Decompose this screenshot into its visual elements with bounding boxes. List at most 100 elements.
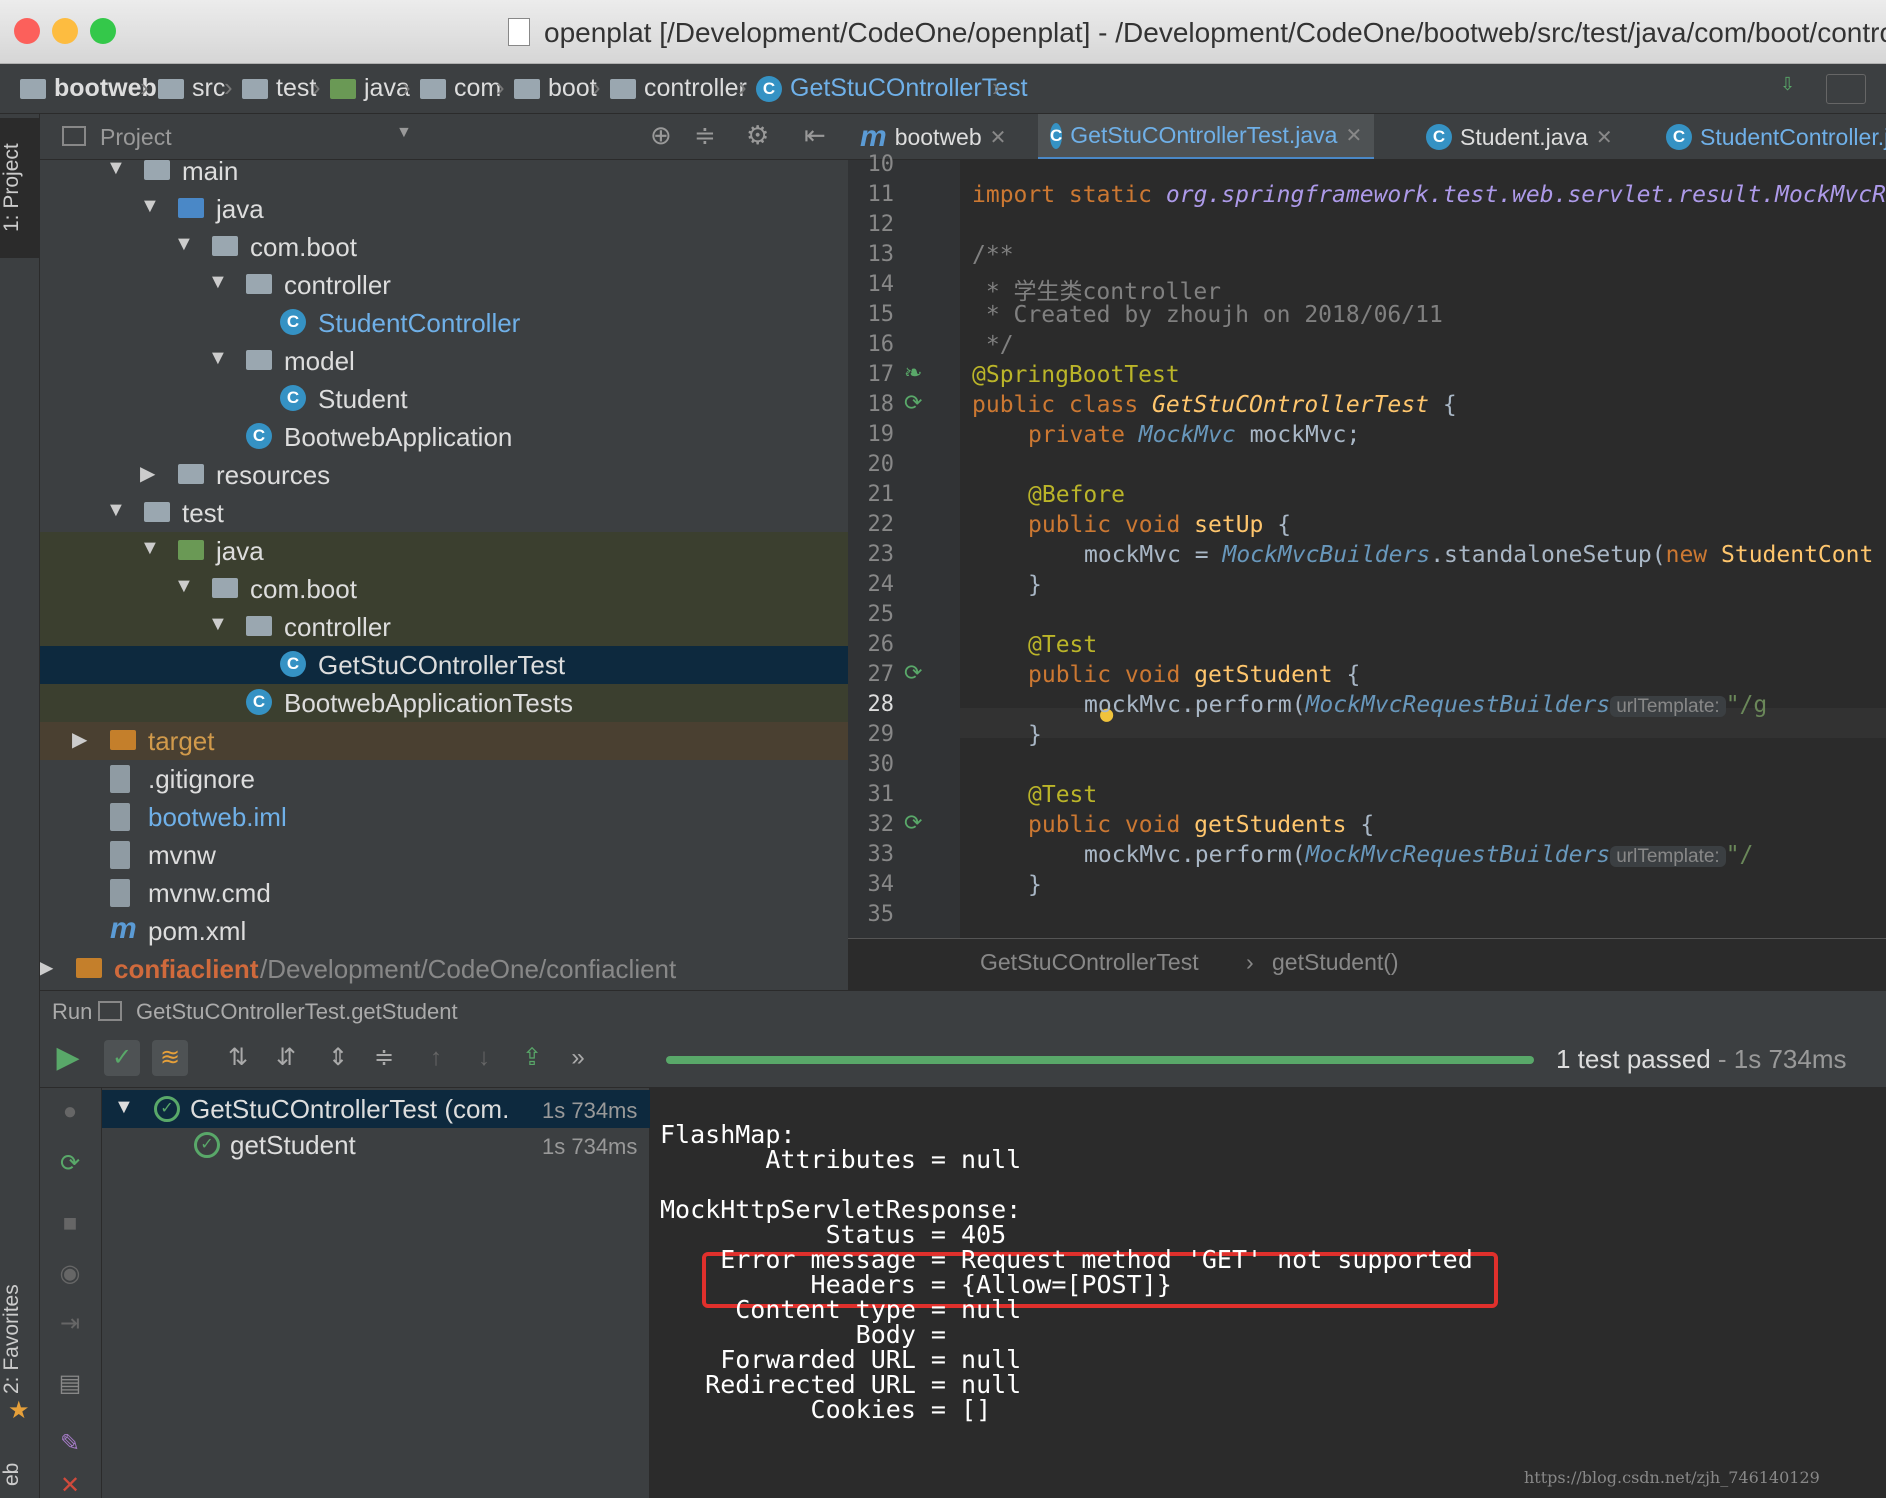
- tree-item[interactable]: ▶ resources: [40, 456, 848, 494]
- collapse-all-icon[interactable]: ≑: [694, 120, 716, 151]
- previous-failed-icon[interactable]: ↑: [418, 1040, 454, 1076]
- tree-item[interactable]: ▼ java: [40, 190, 848, 228]
- chevron-down-icon[interactable]: ▼: [174, 575, 194, 598]
- tree-item[interactable]: C BootwebApplication: [40, 418, 848, 456]
- web-tool-tab[interactable]: eb: [0, 1444, 40, 1498]
- folder-icon: [158, 78, 184, 99]
- tree-item[interactable]: C Student: [40, 380, 848, 418]
- tree-item[interactable]: ▼ controller: [40, 608, 848, 646]
- line-number: 15: [867, 302, 895, 327]
- tree-item[interactable]: mvnw: [40, 836, 848, 874]
- gear-icon[interactable]: ⚙: [746, 120, 769, 151]
- close-tab-icon[interactable]: ✕: [990, 125, 1007, 150]
- tree-item-label: controller: [284, 612, 391, 642]
- minimize-window-button[interactable]: [52, 18, 78, 44]
- crumb-test[interactable]: test: [242, 74, 316, 103]
- tree-item[interactable]: ▼ java: [40, 532, 848, 570]
- tab-student[interactable]: C Student.java ✕: [1414, 114, 1625, 159]
- results-row-selected[interactable]: ▼ ✓ GetStuCOntrollerTest (com. 1s 734ms: [102, 1090, 650, 1128]
- close-tab-icon[interactable]: ✕: [1596, 125, 1613, 150]
- run-test-icon[interactable]: ⟳: [904, 660, 922, 686]
- chevron-right-icon: ›: [496, 72, 505, 102]
- crumb-src[interactable]: src: [158, 74, 225, 103]
- run-test-icon[interactable]: ⟳: [904, 390, 922, 416]
- tree-item[interactable]: .gitignore: [40, 760, 848, 798]
- results-row[interactable]: ✓ getStudent 1s 734ms: [102, 1128, 650, 1166]
- export-icon[interactable]: ⇪: [514, 1040, 550, 1076]
- tab-getstucontrollertest[interactable]: C GetStuCOntrollerTest.java ✕: [1038, 114, 1374, 159]
- chevron-down-icon[interactable]: ▼: [208, 347, 228, 370]
- tree-item[interactable]: mvnw.cmd: [40, 874, 848, 912]
- rerun-icon[interactable]: ▶: [50, 1040, 86, 1076]
- camera-icon[interactable]: ◉: [52, 1256, 88, 1292]
- run-test-icon[interactable]: ⟳: [904, 810, 922, 836]
- tree-item[interactable]: m pom.xml: [40, 912, 848, 950]
- chevron-right-icon[interactable]: ▶: [72, 727, 87, 752]
- tree-item[interactable]: ▼ main: [40, 160, 848, 190]
- dropdown-arrow-icon[interactable]: ▼: [396, 124, 412, 142]
- close-icon[interactable]: ✕: [52, 1468, 88, 1498]
- pin-icon[interactable]: ✎: [52, 1426, 88, 1462]
- project-tool-tab[interactable]: 1: Project: [0, 118, 40, 258]
- tree-item[interactable]: ▼ com.boot: [40, 570, 848, 608]
- chevron-down-icon[interactable]: ▼: [140, 537, 160, 560]
- crumb-bootweb[interactable]: bootweb: [20, 74, 157, 103]
- tree-item[interactable]: ▼ com.boot: [40, 228, 848, 266]
- sort-alpha-icon[interactable]: ⇅: [220, 1040, 256, 1076]
- close-tab-icon[interactable]: ✕: [1345, 123, 1362, 148]
- chevron-right-icon[interactable]: ▶: [140, 461, 155, 486]
- folder-icon: [514, 78, 540, 99]
- chevron-down-icon[interactable]: ▼: [106, 499, 126, 522]
- tree-item[interactable]: C StudentController: [40, 304, 848, 342]
- show-ignored-icon[interactable]: ≋: [152, 1040, 188, 1076]
- show-passed-icon[interactable]: ✓: [104, 1040, 140, 1076]
- stop-icon[interactable]: ■: [52, 1206, 88, 1242]
- chevron-right-icon[interactable]: ▶: [40, 955, 53, 980]
- breadcrumb-class[interactable]: GetStuCOntrollerTest: [980, 949, 1199, 976]
- vcs-update-icon[interactable]: ⇩: [1780, 74, 1810, 104]
- line-number: 11: [867, 182, 895, 207]
- chevron-down-icon[interactable]: ▼: [106, 160, 126, 180]
- import-icon[interactable]: ⇥: [52, 1306, 88, 1342]
- debug-icon[interactable]: ●: [52, 1094, 88, 1130]
- crumb-java[interactable]: java: [330, 74, 410, 103]
- locate-icon[interactable]: ⊕: [650, 120, 672, 151]
- project-view-selector[interactable]: Project: [100, 124, 172, 151]
- hide-panel-icon[interactable]: ⇤: [804, 120, 826, 151]
- class-icon: C: [280, 385, 306, 411]
- code-line: * Created by zhoujh on 2018/06/11: [972, 302, 1443, 328]
- next-failed-icon[interactable]: ↓: [466, 1040, 502, 1076]
- sort-duration-icon[interactable]: ⇵: [268, 1040, 304, 1076]
- crumb-com[interactable]: com: [420, 74, 501, 103]
- chevron-down-icon[interactable]: ▼: [208, 271, 228, 294]
- maximize-window-button[interactable]: [90, 18, 116, 44]
- tree-item[interactable]: C BootwebApplicationTests: [40, 684, 848, 722]
- crumb-boot[interactable]: boot: [514, 74, 597, 103]
- crumb-controller[interactable]: controller: [610, 74, 747, 103]
- expand-all-icon[interactable]: ⇕: [320, 1040, 356, 1076]
- breadcrumb-method[interactable]: getStudent(): [1272, 949, 1399, 976]
- run-config-icon[interactable]: [1826, 74, 1866, 104]
- code-editor[interactable]: ● import static org.springframework.test.…: [960, 160, 1886, 938]
- tree-item[interactable]: ▶ confiaclient/Development/CodeOne/confia…: [40, 950, 848, 988]
- tree-item[interactable]: ▼ controller: [40, 266, 848, 304]
- tab-studentcontroller[interactable]: C StudentController.ja: [1654, 114, 1886, 159]
- chevron-down-icon[interactable]: ▼: [140, 195, 160, 218]
- tree-item[interactable]: ▼ model: [40, 342, 848, 380]
- layout-icon[interactable]: ▤: [52, 1366, 88, 1402]
- tree-item[interactable]: ▶ target: [40, 722, 848, 760]
- green-leaf-icon[interactable]: ❧: [904, 360, 922, 386]
- line-number: 18: [867, 392, 895, 417]
- chevron-down-icon[interactable]: ▼: [208, 613, 228, 636]
- collapse-all-icon[interactable]: ≑: [366, 1040, 402, 1076]
- favorites-tool-tab[interactable]: 2: Favorites: [0, 1264, 40, 1414]
- chevron-down-icon[interactable]: ▼: [174, 233, 194, 256]
- tree-item[interactable]: bootweb.iml: [40, 798, 848, 836]
- tree-item[interactable]: ▼ test: [40, 494, 848, 532]
- close-window-button[interactable]: [14, 18, 40, 44]
- more-icon[interactable]: »: [560, 1040, 596, 1076]
- console-output[interactable]: https://blog.csdn.net/zjh_746140129 Flas…: [650, 1088, 1886, 1498]
- crumb-class[interactable]: C GetStuCOntrollerTest: [756, 74, 1028, 103]
- tree-item[interactable]: C GetStuCOntrollerTest: [40, 646, 848, 684]
- rerun-failed-icon[interactable]: ⟳: [52, 1146, 88, 1182]
